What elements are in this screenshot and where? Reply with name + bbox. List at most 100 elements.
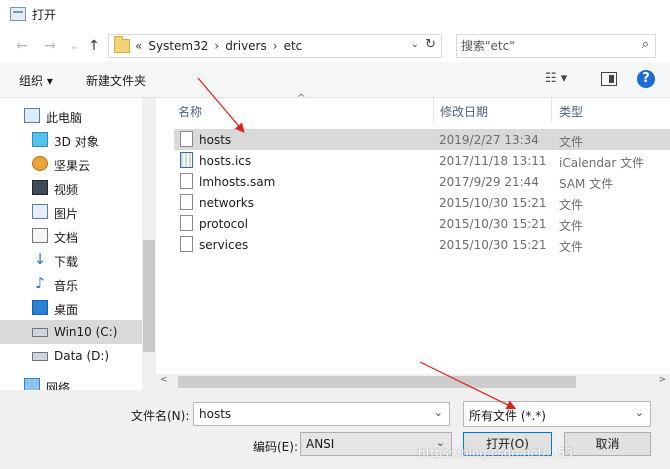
file-date: 2017/9/29 21:44 [439, 175, 539, 189]
sidebar-item-label: 下载 [54, 255, 79, 269]
cancel-button[interactable]: 取消 [564, 432, 651, 456]
filename-value: hosts [199, 407, 232, 421]
search-icon[interactable]: ⌕ [642, 37, 649, 52]
chevron-down-icon[interactable]: ⌄ [635, 406, 644, 419]
refresh-icon[interactable]: ↻ [425, 37, 436, 52]
file-list: ^ 名称 修改日期 类型 hosts 2019/2/27 13:34 文件 ho… [156, 93, 670, 390]
file-icon [180, 215, 193, 231]
sidebar-item-label: 网络 [46, 381, 71, 390]
navigation-scrollbar[interactable] [142, 98, 156, 390]
table-row[interactable]: networks 2015/10/30 15:21 文件 [174, 192, 670, 213]
back-icon[interactable]: ← [12, 36, 32, 56]
search-input[interactable] [461, 38, 631, 54]
sidebar-item-desktop[interactable]: 桌面 [0, 296, 142, 320]
file-type-value: 所有文件 (*.*) [469, 409, 546, 423]
navigation-pane: 此电脑 3D 对象 坚果云 视频 图片 文档 ↓ 下载 ♪ 音乐 桌面 Win1… [0, 98, 156, 390]
recent-locations-icon[interactable]: ⌄ [64, 36, 84, 56]
preview-pane-icon[interactable] [601, 72, 617, 86]
sidebar-item-drive-d[interactable]: Data (D:) [0, 344, 142, 368]
sidebar-item-pictures[interactable]: 图片 [0, 200, 142, 224]
title-bar: 打开 [0, 0, 670, 30]
file-type: 文件 [559, 219, 584, 233]
table-row[interactable]: lmhosts.sam 2017/9/29 21:44 SAM 文件 [174, 171, 670, 192]
file-name: hosts [199, 133, 232, 147]
table-row[interactable]: protocol 2015/10/30 15:21 文件 [174, 213, 670, 234]
sidebar-item-label: 此电脑 [46, 111, 83, 125]
cube-icon [32, 132, 48, 147]
document-icon [32, 228, 48, 243]
breadcrumb-overflow[interactable]: « [135, 39, 142, 53]
breadcrumb-etc[interactable]: etc [284, 39, 303, 53]
sidebar-item-music[interactable]: ♪ 音乐 [0, 272, 142, 296]
view-options-icon[interactable]: ☷ ▾ [545, 71, 567, 86]
horizontal-scrollbar[interactable]: < > [156, 374, 670, 390]
file-name: lmhosts.sam [199, 175, 276, 189]
file-type: 文件 [559, 135, 584, 149]
organize-button[interactable]: 组织 ▾ [19, 72, 53, 89]
table-row[interactable]: hosts.ics 2017/11/18 13:11 iCalendar 文件 [174, 150, 670, 171]
download-icon: ↓ [32, 250, 48, 268]
file-name: hosts.ics [199, 154, 252, 168]
sidebar-item-nutstore[interactable]: 坚果云 [0, 152, 142, 176]
up-icon[interactable]: ↑ [84, 36, 104, 56]
chevron-down-icon[interactable]: ⌄ [411, 39, 419, 50]
column-header-type[interactable]: 类型 [551, 98, 670, 122]
file-date: 2015/10/30 15:21 [439, 217, 547, 231]
scrollbar-thumb[interactable] [178, 376, 576, 388]
file-date: 2019/2/27 13:34 [439, 133, 539, 147]
table-row[interactable]: services 2015/10/30 15:21 文件 [174, 234, 670, 255]
file-date: 2015/10/30 15:21 [439, 196, 547, 210]
new-folder-button[interactable]: 新建文件夹 [86, 72, 146, 89]
sidebar-item-label: 坚果云 [54, 159, 91, 173]
nut-icon [32, 156, 48, 171]
sidebar-item-videos[interactable]: 视频 [0, 176, 142, 200]
search-box[interactable]: ⌕ [456, 34, 656, 58]
file-name: services [199, 238, 249, 252]
address-bar[interactable]: « System32 › drivers › etc ⌄ ↻ [108, 34, 442, 58]
breadcrumb-separator[interactable]: › [273, 39, 278, 53]
computer-icon [24, 108, 40, 123]
file-type: SAM 文件 [559, 177, 614, 191]
sidebar-item-network[interactable]: 网络 [0, 374, 142, 390]
music-icon: ♪ [32, 276, 48, 291]
file-type: iCalendar 文件 [559, 156, 645, 170]
sidebar-item-label: 视频 [54, 183, 79, 197]
scroll-right-icon[interactable]: > [658, 375, 666, 385]
filename-field[interactable]: hosts ⌄ [193, 402, 450, 426]
breadcrumb-drivers[interactable]: drivers [225, 39, 267, 53]
file-type-select[interactable]: 所有文件 (*.*) ⌄ [463, 401, 651, 427]
scroll-left-icon[interactable]: < [160, 375, 168, 385]
window-title: 打开 [32, 8, 57, 22]
file-date: 2017/11/18 13:11 [439, 154, 547, 168]
sidebar-item-drive-c[interactable]: Win10 (C:) [0, 320, 142, 344]
encoding-value: ANSI [306, 437, 335, 451]
command-bar: 组织 ▾ 新建文件夹 ☷ ▾ ? [0, 62, 670, 98]
file-type: 文件 [559, 198, 584, 212]
folder-icon [114, 36, 130, 53]
file-icon [180, 173, 193, 189]
sidebar-item-label: 音乐 [54, 279, 79, 293]
drive-icon [32, 352, 48, 361]
dialog-icon [10, 7, 26, 21]
picture-icon [32, 204, 48, 219]
sidebar-item-this-pc[interactable]: 此电脑 [0, 104, 142, 128]
video-icon [32, 180, 48, 195]
breadcrumb-separator[interactable]: › [214, 39, 219, 53]
breadcrumb-system32[interactable]: System32 [148, 39, 208, 53]
file-icon [180, 194, 193, 210]
scrollbar-thumb[interactable] [143, 240, 155, 352]
chevron-down-icon[interactable]: ⌄ [434, 406, 443, 419]
sidebar-item-documents[interactable]: 文档 [0, 224, 142, 248]
sidebar-item-label: 图片 [54, 207, 79, 221]
sidebar-item-downloads[interactable]: ↓ 下载 [0, 248, 142, 272]
sidebar-item-3d-objects[interactable]: 3D 对象 [0, 128, 142, 152]
table-row[interactable]: hosts 2019/2/27 13:34 文件 [174, 129, 670, 150]
sidebar-item-label: 3D 对象 [54, 135, 99, 149]
column-header-date[interactable]: 修改日期 [432, 98, 552, 122]
column-header-name[interactable]: 名称 [170, 98, 434, 122]
file-name: protocol [199, 217, 248, 231]
sidebar-item-label: 桌面 [54, 303, 79, 317]
watermark: https://blog.csdn.net/...53 [418, 446, 574, 460]
help-icon[interactable]: ? [637, 70, 655, 88]
forward-icon[interactable]: → [40, 36, 60, 56]
